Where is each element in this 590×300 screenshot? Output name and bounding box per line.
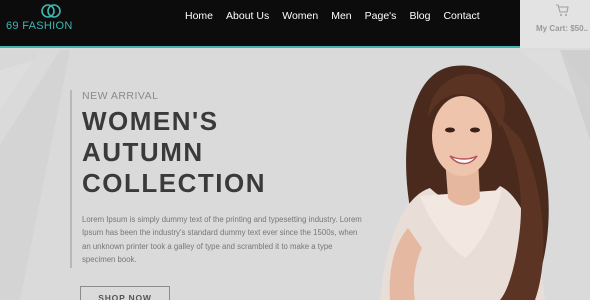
cart-total: My Cart: $50..: [536, 24, 589, 33]
hero-headline: WOMEN'S AUTUMN COLLECTION: [82, 106, 370, 199]
nav-item-about-us[interactable]: About Us: [226, 10, 269, 22]
hero-model-image: [380, 65, 549, 300]
hero-content: NEW ARRIVAL WOMEN'S AUTUMN COLLECTION Lo…: [70, 90, 370, 268]
nav-item-women[interactable]: Women: [282, 10, 318, 22]
nav-item-men[interactable]: Men: [331, 10, 351, 22]
nav-item-blog[interactable]: Blog: [409, 10, 430, 22]
logo-mark-icon: [41, 4, 61, 18]
main-nav: Home About Us Women Men Page's Blog Cont…: [185, 10, 493, 22]
hero-headline-line-3: COLLECTION: [82, 168, 266, 198]
hero-description: Lorem Ipsum is simply dummy text of the …: [82, 215, 362, 264]
hero-headline-line-2: AUTUMN: [82, 137, 204, 167]
brand-name: 69 FASHION: [6, 20, 73, 32]
shopping-cart-icon: [556, 4, 569, 16]
hero-eyebrow: NEW ARRIVAL: [82, 90, 159, 102]
hero-headline-line-1: WOMEN'S: [82, 106, 219, 136]
nav-item-pages[interactable]: Page's: [365, 10, 397, 22]
nav-item-contact[interactable]: Contact: [443, 10, 479, 22]
top-navbar: 69 FASHION Home About Us Women Men Page'…: [0, 0, 520, 48]
nav-item-home[interactable]: Home: [185, 10, 213, 22]
shop-now-button[interactable]: SHOP NOW: [80, 286, 170, 300]
brand-logo[interactable]: 69 FASHION: [6, 2, 96, 42]
cart-widget[interactable]: My Cart: $50..: [520, 0, 590, 48]
